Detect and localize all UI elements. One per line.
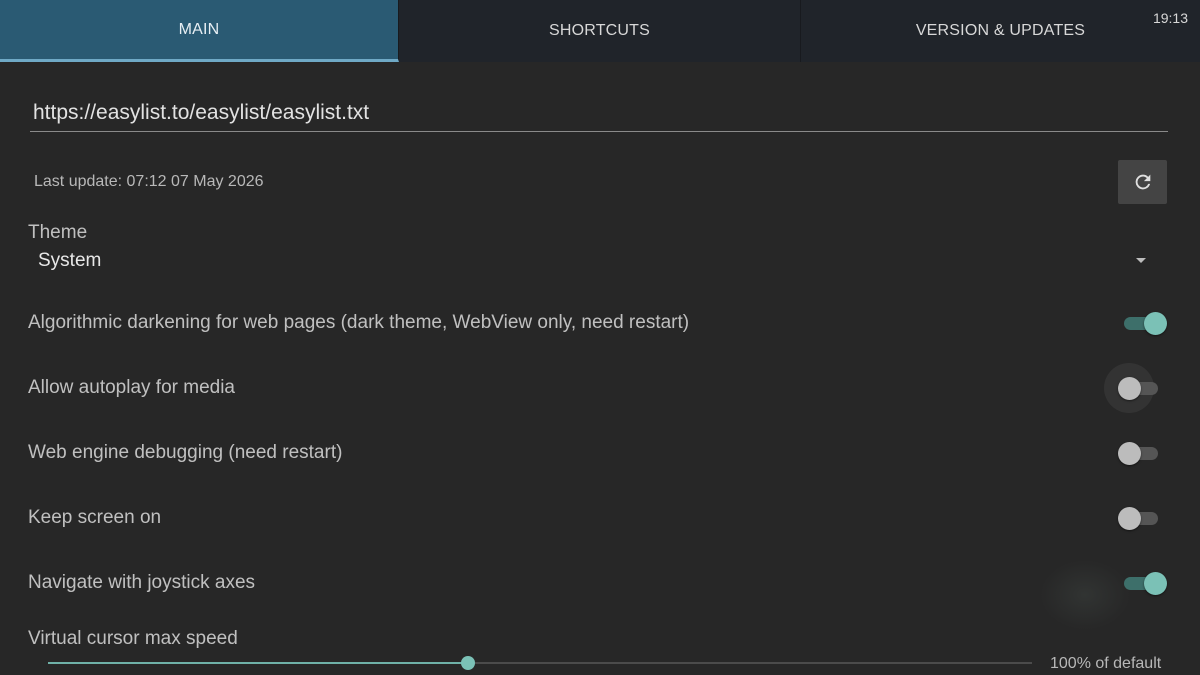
refresh-button[interactable]: [1118, 160, 1167, 204]
setting-autoplay: Allow autoplay for media: [0, 375, 1200, 415]
cursor-speed-slider[interactable]: [48, 655, 1032, 671]
tab-bar: MAIN SHORTCUTS VERSION & UPDATES: [0, 0, 1200, 62]
status-clock: 19:13: [1152, 10, 1188, 26]
joystick-axes-switch[interactable]: [1120, 572, 1167, 595]
tab-version-updates[interactable]: VERSION & UPDATES: [801, 0, 1200, 62]
setting-label: Allow autoplay for media: [28, 377, 235, 398]
switch-thumb: [1144, 572, 1167, 595]
switch-thumb: [1118, 442, 1141, 465]
setting-web-debugging: Web engine debugging (need restart): [0, 440, 1200, 480]
slider-fill: [48, 662, 469, 664]
switch-thumb: [1144, 312, 1167, 335]
triangle-down-icon[interactable]: [1136, 258, 1146, 263]
cursor-speed-label: Virtual cursor max speed: [28, 628, 238, 649]
setting-label: Web engine debugging (need restart): [28, 442, 343, 463]
adblock-url-field: [30, 96, 1168, 132]
last-update-text: Last update: 07:12 07 May 2026: [34, 173, 264, 190]
setting-algorithmic-darkening: Algorithmic darkening for web pages (dar…: [0, 310, 1200, 350]
switch-thumb: [1118, 507, 1141, 530]
tab-main[interactable]: MAIN: [0, 0, 399, 62]
adblock-url-input[interactable]: [30, 96, 1168, 130]
tab-shortcuts[interactable]: SHORTCUTS: [399, 0, 801, 62]
setting-label: Keep screen on: [28, 507, 162, 528]
setting-joystick-axes: Navigate with joystick axes: [0, 570, 1200, 610]
theme-select[interactable]: System: [38, 250, 101, 272]
setting-label: Navigate with joystick axes: [28, 572, 256, 593]
autoplay-switch[interactable]: [1118, 377, 1160, 400]
slider-knob[interactable]: [461, 656, 476, 670]
web-debugging-switch[interactable]: [1118, 442, 1160, 465]
setting-keep-screen-on: Keep screen on: [0, 505, 1200, 545]
switch-thumb: [1118, 377, 1141, 400]
setting-label: Algorithmic darkening for web pages (dar…: [28, 312, 690, 333]
refresh-icon: [1135, 174, 1150, 190]
algorithmic-darkening-switch[interactable]: [1120, 312, 1167, 335]
theme-label: Theme: [28, 222, 88, 243]
keep-screen-on-switch[interactable]: [1118, 507, 1160, 530]
cursor-speed-value: 100% of default: [1050, 655, 1162, 672]
